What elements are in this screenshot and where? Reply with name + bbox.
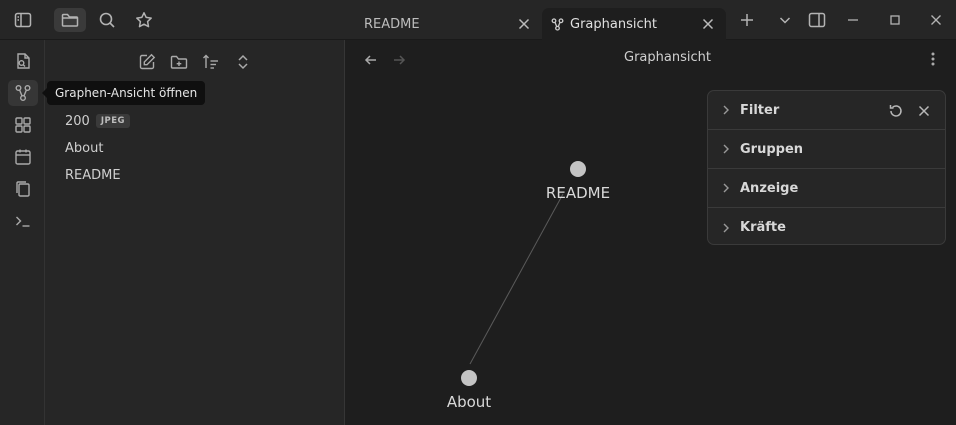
maximize-icon[interactable] (882, 8, 908, 32)
section-kraefte[interactable]: Kräfte (708, 208, 945, 247)
graph-icon[interactable] (8, 80, 38, 106)
view-title: Graphansicht (624, 50, 711, 65)
new-folder-icon[interactable] (166, 50, 192, 74)
new-note-icon[interactable] (134, 50, 160, 74)
canvas-icon[interactable] (8, 112, 38, 138)
section-gruppen[interactable]: Gruppen (708, 130, 945, 169)
graph-node-readme[interactable] (570, 161, 586, 177)
section-label: Filter (740, 102, 780, 118)
sidebar-toggle-icon[interactable] (7, 8, 39, 32)
right-sidebar-toggle-icon[interactable] (804, 8, 830, 32)
file-extension-badge: JPEG (95, 114, 131, 128)
templates-icon[interactable] (8, 176, 38, 202)
close-icon[interactable] (700, 16, 716, 32)
open-switcher-icon[interactable] (8, 48, 38, 74)
calendar-icon[interactable] (8, 144, 38, 170)
graph-view: Graphansicht README About Filter Gruppen… (345, 40, 956, 425)
graph-icon (551, 17, 564, 31)
chevron-right-icon (722, 183, 736, 193)
section-label: Anzeige (740, 180, 799, 196)
file-item-200[interactable]: 200 JPEG (65, 110, 131, 132)
section-anzeige[interactable]: Anzeige (708, 169, 945, 208)
terminal-icon[interactable] (8, 208, 38, 234)
chevron-right-icon (722, 105, 736, 115)
ribbon (0, 40, 45, 425)
section-filter[interactable]: Filter (708, 91, 945, 130)
sort-icon[interactable] (198, 50, 224, 74)
reset-icon[interactable] (886, 101, 906, 121)
file-name: About (65, 140, 104, 156)
file-item-readme[interactable]: README (65, 164, 121, 186)
graph-node-label: About (447, 393, 491, 411)
graph-node-about[interactable] (461, 370, 477, 386)
star-icon[interactable] (128, 8, 160, 32)
collapse-icon[interactable] (230, 50, 256, 74)
file-name: README (65, 167, 121, 183)
new-tab-icon[interactable] (734, 8, 760, 32)
file-item-about[interactable]: About (65, 137, 103, 159)
chevron-right-icon (722, 144, 736, 154)
section-label: Kräfte (740, 220, 786, 235)
file-name: 200 (65, 113, 90, 129)
more-options-icon[interactable] (923, 49, 943, 69)
close-icon[interactable] (914, 101, 934, 121)
graph-settings-panel: Filter Gruppen Anzeige Kräfte (707, 90, 946, 245)
tooltip: Graphen-Ansicht öffnen (41, 81, 206, 105)
minimize-icon[interactable] (840, 8, 866, 32)
tab-graphansicht[interactable]: Graphansicht (542, 8, 726, 40)
close-icon[interactable] (516, 16, 532, 32)
title-bar: README Graphansicht (0, 0, 956, 40)
chevron-right-icon (722, 223, 736, 233)
chevron-down-icon[interactable] (772, 8, 798, 32)
search-icon[interactable] (91, 8, 123, 32)
section-label: Gruppen (740, 141, 804, 157)
graph-node-label: README (546, 184, 610, 202)
close-window-icon[interactable] (923, 8, 949, 32)
graph-edge (469, 193, 564, 365)
tab-readme[interactable]: README (344, 8, 542, 40)
folder-icon[interactable] (54, 8, 86, 32)
